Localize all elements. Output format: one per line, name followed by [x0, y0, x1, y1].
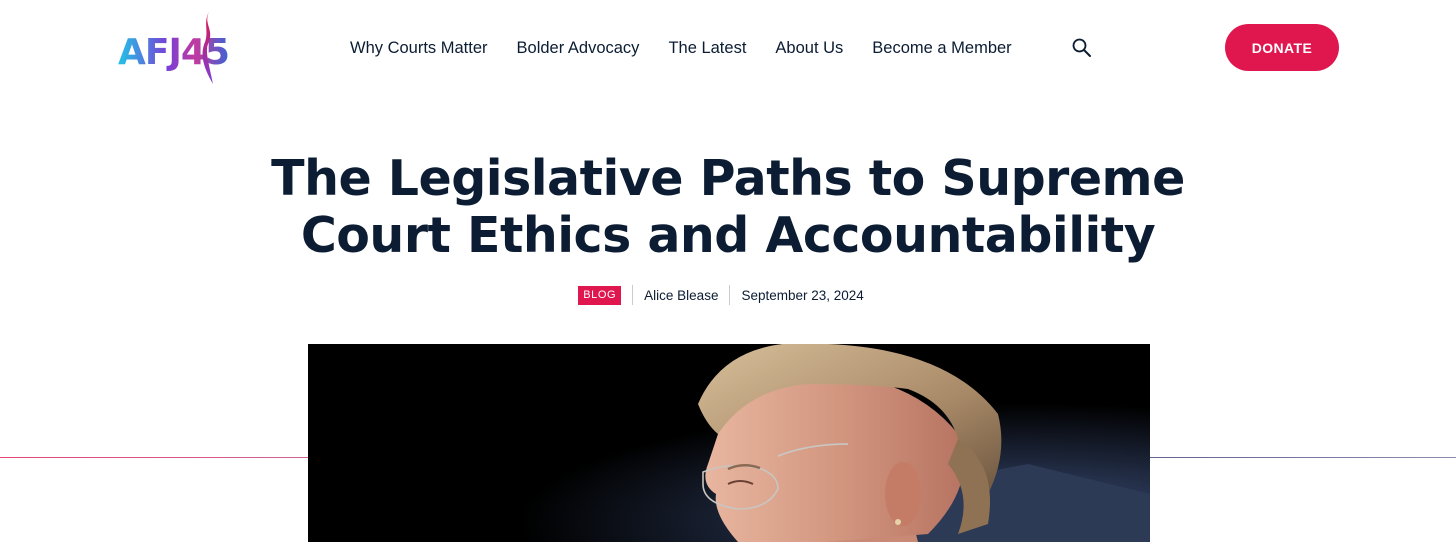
nav-item-bolder-advocacy[interactable]: Bolder Advocacy [517, 39, 640, 58]
nav-item-the-latest[interactable]: The Latest [668, 39, 746, 58]
article-title: The Legislative Paths to Supreme Court E… [200, 150, 1256, 264]
article-meta: BLOG Alice Blease September 23, 2024 [0, 284, 1456, 306]
donate-button[interactable]: DONATE [1225, 24, 1339, 71]
hero-image [308, 344, 1150, 542]
page: AFJ45 Why Courts Matter Bolder Advocacy … [0, 0, 1456, 542]
article-title-line-2: Court Ethics and Accountability [300, 207, 1156, 264]
nav-item-why-courts-matter[interactable]: Why Courts Matter [350, 39, 488, 58]
main-nav: Why Courts Matter Bolder Advocacy The La… [350, 36, 1041, 60]
article-title-line-1: The Legislative Paths to Supreme [271, 150, 1185, 207]
category-badge[interactable]: BLOG [578, 285, 622, 305]
nav-item-about-us[interactable]: About Us [775, 39, 843, 58]
article-author[interactable]: Alice Blease [644, 288, 718, 303]
nav-item-become-a-member[interactable]: Become a Member [872, 39, 1011, 58]
search-icon[interactable] [1071, 37, 1093, 59]
meta-divider [632, 285, 634, 305]
logo-wordmark: AFJ45 [118, 32, 229, 73]
divider-line-right [1148, 457, 1456, 458]
site-logo[interactable]: AFJ45 [117, 8, 277, 88]
meta-divider [729, 285, 731, 305]
divider-line-left [0, 457, 310, 458]
article-date: September 23, 2024 [741, 287, 864, 303]
